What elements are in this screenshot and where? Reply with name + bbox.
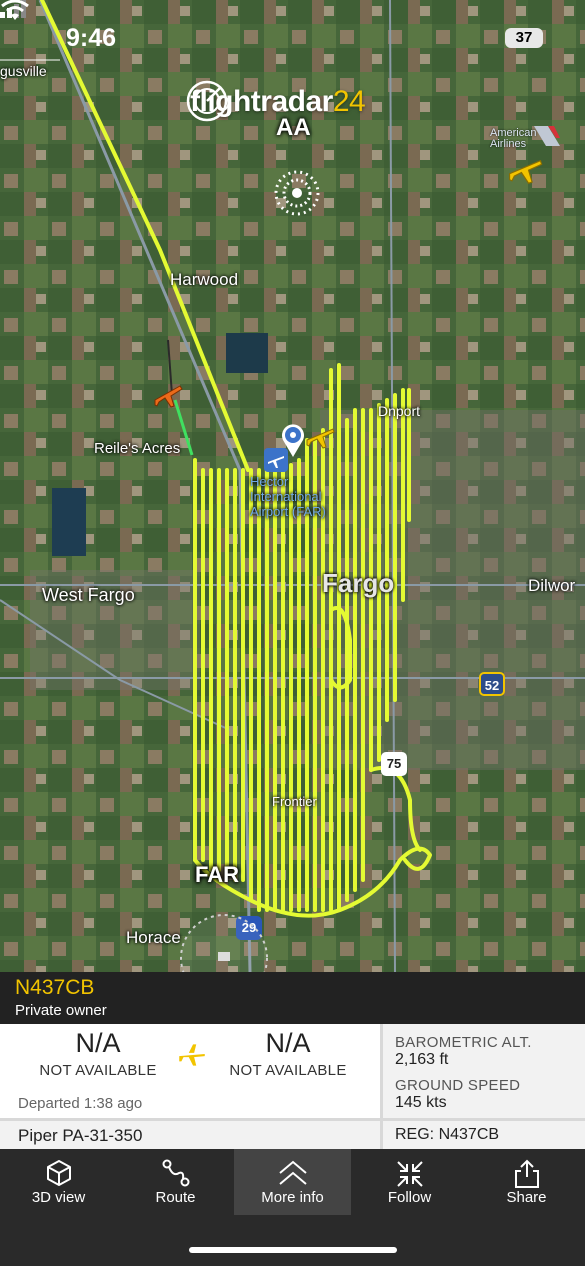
map-label-harwood: Harwood bbox=[170, 270, 239, 289]
wifi-icon bbox=[1, 0, 29, 20]
divider bbox=[0, 1118, 585, 1121]
flight-header[interactable]: N437CB Private owner bbox=[0, 972, 585, 1024]
map-label-frontier: Frontier bbox=[272, 794, 317, 809]
origin-code: N/A bbox=[75, 1028, 121, 1058]
owner-label: Private owner bbox=[15, 1002, 107, 1019]
map-label-town: gusville bbox=[0, 63, 47, 79]
map-label-far: FAR bbox=[195, 862, 239, 887]
route-75-shield: 75 bbox=[381, 752, 407, 776]
map-label-dilworth: Dilwor bbox=[528, 576, 576, 595]
map-label-reiles-acres: Reile's Acres bbox=[94, 440, 181, 457]
follow-icon bbox=[396, 1161, 423, 1187]
status-bar: 9:46 37 bbox=[0, 0, 585, 80]
destination-code: N/A bbox=[265, 1028, 311, 1058]
map-label-aa: AA bbox=[276, 114, 311, 141]
status-time: 9:46 bbox=[66, 24, 117, 52]
brand-suffix: 24 bbox=[332, 85, 366, 118]
american-airlines-logo-icon bbox=[534, 126, 560, 146]
route-icon bbox=[162, 1159, 189, 1187]
flight-map[interactable]: 9:46 37 flightradar24 gusville AA Americ… bbox=[0, 0, 585, 972]
home-indicator[interactable] bbox=[189, 1247, 397, 1253]
route-label: Route bbox=[155, 1189, 196, 1206]
aircraft-marker-airline[interactable] bbox=[506, 150, 544, 188]
map-label-airline: American Airlines bbox=[490, 127, 537, 150]
radar-dots-icon bbox=[274, 170, 320, 216]
location-pin-icon[interactable] bbox=[280, 422, 306, 458]
aircraft-marker-selected[interactable] bbox=[152, 378, 184, 410]
aircraft-type: Piper PA-31-350 bbox=[18, 1126, 143, 1145]
map-label-west-fargo: West Fargo bbox=[42, 585, 135, 605]
baro-alt-label: BAROMETRIC ALT. bbox=[395, 1034, 532, 1051]
route-button[interactable]: Route bbox=[117, 1149, 234, 1215]
compass-icon[interactable] bbox=[178, 912, 270, 972]
map-label-davenport: Dnport bbox=[378, 403, 421, 419]
share-icon bbox=[514, 1159, 539, 1188]
map-label-fargo: Fargo bbox=[322, 568, 395, 598]
chevron-up-icon bbox=[278, 1160, 307, 1185]
bottom-toolbar: 3D view Route More info Follow Share bbox=[0, 1149, 585, 1266]
departed-time: Departed 1:38 ago bbox=[18, 1095, 143, 1112]
ground-speed-label: GROUND SPEED bbox=[395, 1077, 521, 1094]
follow-label: Follow bbox=[387, 1189, 432, 1206]
route-52-shield: 52 bbox=[479, 672, 505, 696]
radar-logo-icon bbox=[186, 80, 228, 122]
aircraft-marker-yellow[interactable] bbox=[304, 420, 336, 452]
battery-indicator: 37 bbox=[505, 28, 543, 48]
destination-subtitle: NOT AVAILABLE bbox=[229, 1062, 347, 1079]
baro-alt-value: 2,163 ft bbox=[395, 1051, 449, 1068]
route-summary: N/A NOT AVAILABLE N/A NOT AVAILABLE Depa… bbox=[0, 1024, 380, 1118]
flight-info-panel[interactable]: N/A NOT AVAILABLE N/A NOT AVAILABLE Depa… bbox=[0, 1024, 585, 1149]
map-label-airport: Hector International Airport (FAR) bbox=[250, 474, 326, 519]
follow-button[interactable]: Follow bbox=[351, 1149, 468, 1215]
map-label-horace: Horace bbox=[126, 928, 181, 947]
cube-icon bbox=[46, 1160, 71, 1186]
ground-speed-value: 145 kts bbox=[395, 1094, 447, 1111]
share-label: Share bbox=[506, 1189, 547, 1206]
registration: REG: N437CB bbox=[395, 1126, 500, 1143]
3d-view-button[interactable]: 3D view bbox=[0, 1149, 117, 1215]
share-button[interactable]: Share bbox=[468, 1149, 585, 1215]
origin-subtitle: NOT AVAILABLE bbox=[39, 1062, 157, 1079]
more-info-button[interactable]: More info bbox=[234, 1149, 351, 1215]
more-info-label: More info bbox=[261, 1189, 324, 1206]
divider bbox=[380, 1024, 383, 1149]
3d-view-label: 3D view bbox=[31, 1189, 86, 1206]
callsign: N437CB bbox=[15, 976, 95, 999]
